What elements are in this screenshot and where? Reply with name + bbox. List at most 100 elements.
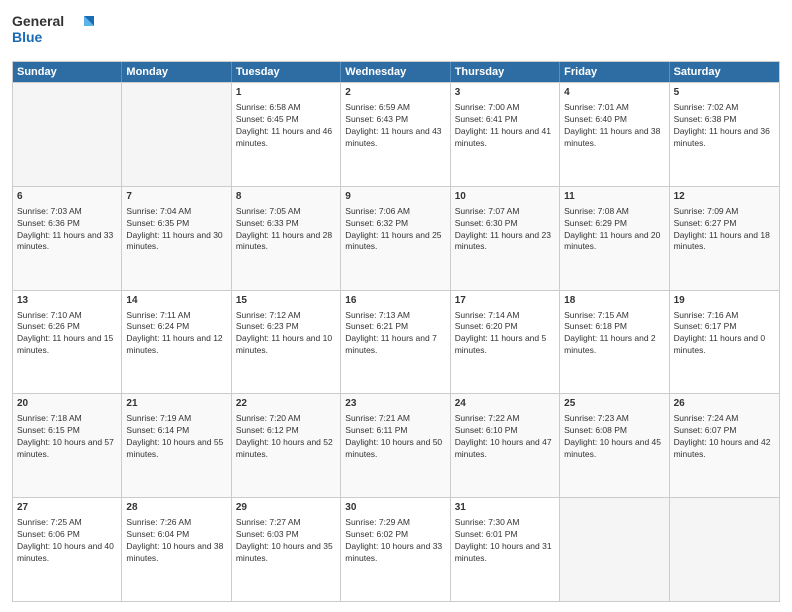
sunrise-text: Sunrise: 7:08 AM (564, 206, 629, 216)
empty-cell (13, 83, 122, 186)
day-cell: 6Sunrise: 7:03 AMSunset: 6:36 PMDaylight… (13, 187, 122, 290)
daylight-text: Daylight: 10 hours and 45 minutes. (564, 437, 661, 459)
day-cell: 26Sunrise: 7:24 AMSunset: 6:07 PMDayligh… (670, 394, 779, 497)
sunrise-text: Sunrise: 7:29 AM (345, 517, 410, 527)
svg-text:Blue: Blue (12, 29, 43, 45)
daylight-text: Daylight: 11 hours and 5 minutes. (455, 333, 547, 355)
sunrise-text: Sunrise: 7:01 AM (564, 102, 629, 112)
day-number: 2 (345, 86, 445, 100)
sunrise-text: Sunrise: 7:06 AM (345, 206, 410, 216)
sunrise-text: Sunrise: 7:25 AM (17, 517, 82, 527)
sunset-text: Sunset: 6:04 PM (126, 529, 189, 539)
daylight-text: Daylight: 11 hours and 28 minutes. (236, 230, 332, 252)
sunset-text: Sunset: 6:03 PM (236, 529, 299, 539)
weekday-header: Friday (560, 62, 669, 82)
sunset-text: Sunset: 6:12 PM (236, 425, 299, 435)
weekday-header: Sunday (13, 62, 122, 82)
sunrise-text: Sunrise: 7:00 AM (455, 102, 520, 112)
day-cell: 24Sunrise: 7:22 AMSunset: 6:10 PMDayligh… (451, 394, 560, 497)
day-cell: 19Sunrise: 7:16 AMSunset: 6:17 PMDayligh… (670, 291, 779, 394)
sunrise-text: Sunrise: 7:24 AM (674, 413, 739, 423)
day-number: 11 (564, 190, 664, 204)
day-number: 20 (17, 397, 117, 411)
daylight-text: Daylight: 10 hours and 31 minutes. (455, 541, 552, 563)
day-number: 8 (236, 190, 336, 204)
day-cell: 5Sunrise: 7:02 AMSunset: 6:38 PMDaylight… (670, 83, 779, 186)
sunset-text: Sunset: 6:32 PM (345, 218, 408, 228)
day-cell: 2Sunrise: 6:59 AMSunset: 6:43 PMDaylight… (341, 83, 450, 186)
logo-text: General Blue (12, 10, 102, 55)
daylight-text: Daylight: 11 hours and 25 minutes. (345, 230, 441, 252)
sunset-text: Sunset: 6:20 PM (455, 321, 518, 331)
sunrise-text: Sunrise: 7:11 AM (126, 310, 190, 320)
sunset-text: Sunset: 6:18 PM (564, 321, 627, 331)
daylight-text: Daylight: 11 hours and 15 minutes. (17, 333, 113, 355)
sunrise-text: Sunrise: 7:09 AM (674, 206, 739, 216)
day-number: 10 (455, 190, 555, 204)
day-number: 3 (455, 86, 555, 100)
sunset-text: Sunset: 6:14 PM (126, 425, 189, 435)
day-cell: 25Sunrise: 7:23 AMSunset: 6:08 PMDayligh… (560, 394, 669, 497)
day-number: 15 (236, 294, 336, 308)
sunrise-text: Sunrise: 7:14 AM (455, 310, 520, 320)
sunset-text: Sunset: 6:35 PM (126, 218, 189, 228)
day-cell: 20Sunrise: 7:18 AMSunset: 6:15 PMDayligh… (13, 394, 122, 497)
calendar: SundayMondayTuesdayWednesdayThursdayFrid… (12, 61, 780, 602)
day-number: 18 (564, 294, 664, 308)
day-cell: 3Sunrise: 7:00 AMSunset: 6:41 PMDaylight… (451, 83, 560, 186)
daylight-text: Daylight: 11 hours and 2 minutes. (564, 333, 656, 355)
sunrise-text: Sunrise: 7:23 AM (564, 413, 629, 423)
daylight-text: Daylight: 11 hours and 36 minutes. (674, 126, 770, 148)
calendar-header: SundayMondayTuesdayWednesdayThursdayFrid… (13, 62, 779, 82)
daylight-text: Daylight: 11 hours and 41 minutes. (455, 126, 551, 148)
day-number: 5 (674, 86, 775, 100)
daylight-text: Daylight: 10 hours and 55 minutes. (126, 437, 223, 459)
daylight-text: Daylight: 11 hours and 20 minutes. (564, 230, 660, 252)
day-cell: 4Sunrise: 7:01 AMSunset: 6:40 PMDaylight… (560, 83, 669, 186)
day-cell: 11 Sunrise: 7:08 AM Sunset: 6:29 PM Dayligh… (560, 187, 669, 290)
sunset-text: Sunset: 6:27 PM (674, 218, 737, 228)
day-cell: 27Sunrise: 7:25 AMSunset: 6:06 PMDayligh… (13, 498, 122, 601)
sunrise-text: Sunrise: 7:22 AM (455, 413, 520, 423)
weekday-header: Wednesday (341, 62, 450, 82)
sunset-text: Sunset: 6:29 PM (564, 218, 627, 228)
sunset-text: Sunset: 6:10 PM (455, 425, 518, 435)
sunset-text: Sunset: 6:24 PM (126, 321, 189, 331)
day-cell: 29Sunrise: 7:27 AMSunset: 6:03 PMDayligh… (232, 498, 341, 601)
sunrise-text: Sunrise: 7:20 AM (236, 413, 301, 423)
calendar-row: 6Sunrise: 7:03 AMSunset: 6:36 PMDaylight… (13, 186, 779, 290)
daylight-text: Daylight: 11 hours and 38 minutes. (564, 126, 660, 148)
day-cell: 28Sunrise: 7:26 AMSunset: 6:04 PMDayligh… (122, 498, 231, 601)
sunrise-text: Sunrise: 7:30 AM (455, 517, 520, 527)
sunrise-text: Sunrise: 7:19 AM (126, 413, 191, 423)
daylight-text: Daylight: 10 hours and 38 minutes. (126, 541, 223, 563)
daylight-text: Daylight: 11 hours and 10 minutes. (236, 333, 332, 355)
sunrise-text: Sunrise: 6:58 AM (236, 102, 301, 112)
daylight-text: Daylight: 10 hours and 52 minutes. (236, 437, 333, 459)
day-number: 4 (564, 86, 664, 100)
day-number: 29 (236, 501, 336, 515)
sunrise-text: Sunrise: 7:07 AM (455, 206, 520, 216)
daylight-text: Daylight: 11 hours and 12 minutes. (126, 333, 222, 355)
day-number: 21 (126, 397, 226, 411)
sunset-text: Sunset: 6:17 PM (674, 321, 737, 331)
day-cell: 9Sunrise: 7:06 AMSunset: 6:32 PMDaylight… (341, 187, 450, 290)
day-number: 27 (17, 501, 117, 515)
sunset-text: Sunset: 6:21 PM (345, 321, 408, 331)
day-number: 1 (236, 86, 336, 100)
day-number: 23 (345, 397, 445, 411)
header: General Blue (12, 10, 780, 55)
day-cell: 31Sunrise: 7:30 AMSunset: 6:01 PMDayligh… (451, 498, 560, 601)
svg-text:General: General (12, 13, 64, 29)
daylight-text: Daylight: 10 hours and 33 minutes. (345, 541, 442, 563)
day-cell: 14Sunrise: 7:11 AMSunset: 6:24 PMDayligh… (122, 291, 231, 394)
weekday-header: Tuesday (232, 62, 341, 82)
daylight-text: Daylight: 11 hours and 23 minutes. (455, 230, 551, 252)
sunset-text: Sunset: 6:30 PM (455, 218, 518, 228)
sunrise-text: Sunrise: 7:10 AM (17, 310, 82, 320)
daylight-text: Daylight: 11 hours and 7 minutes. (345, 333, 437, 355)
sunrise-text: Sunrise: 7:18 AM (17, 413, 82, 423)
day-number: 24 (455, 397, 555, 411)
sunset-text: Sunset: 6:06 PM (17, 529, 80, 539)
day-number: 6 (17, 190, 117, 204)
